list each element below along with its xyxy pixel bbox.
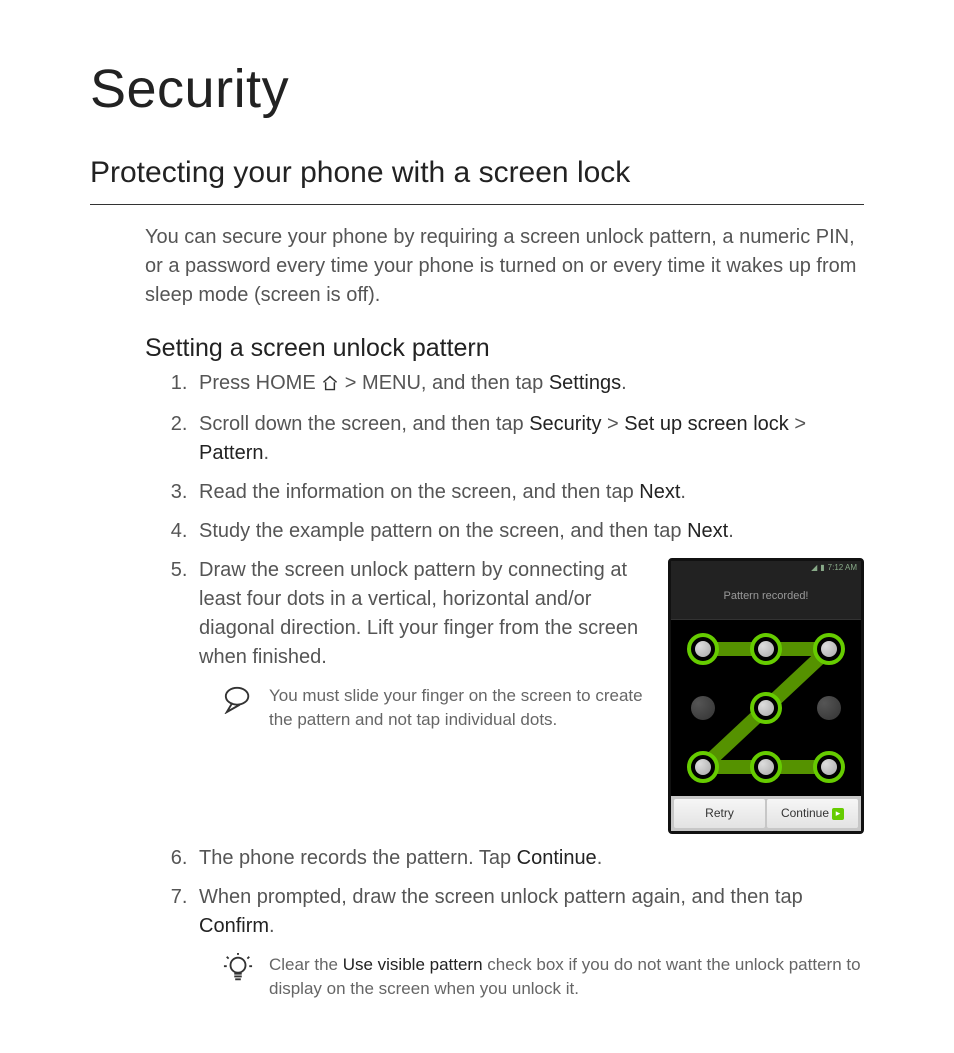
arrow-right-icon: ▸ (832, 808, 844, 820)
text: . (597, 847, 603, 869)
phone-screenshot: ◢ ▮ 7:12 AM Pattern recorded! (668, 558, 864, 834)
keyword-continue: Continue (517, 847, 597, 869)
keyword-pattern: Pattern (199, 442, 263, 464)
pattern-dot (750, 751, 782, 783)
text: . (680, 481, 686, 503)
text: Scroll down the screen, and then tap (199, 413, 529, 435)
phone-status-bar: ◢ ▮ 7:12 AM (671, 561, 861, 575)
subsection-heading: Setting a screen unlock pattern (145, 334, 864, 363)
step-6: The phone records the pattern. Tap Conti… (193, 844, 864, 873)
text: > MENU, and then tap (339, 372, 549, 394)
section-heading: Protecting your phone with a screen lock (90, 156, 864, 205)
text: > (789, 413, 806, 435)
pattern-dot (750, 692, 782, 724)
text: . (728, 520, 734, 542)
text: . (263, 442, 269, 464)
text: Study the example pattern on the screen,… (199, 520, 687, 542)
continue-button[interactable]: Continue▸ (767, 799, 858, 828)
step-2: Scroll down the screen, and then tap Sec… (193, 410, 864, 468)
home-icon (321, 371, 339, 400)
keyword-confirm: Confirm (199, 915, 269, 937)
pattern-dot (750, 633, 782, 665)
keyword-settings: Settings (549, 372, 621, 394)
pattern-dot (813, 751, 845, 783)
keyword-next: Next (687, 520, 728, 542)
phone-button-bar: Retry Continue▸ (671, 796, 861, 831)
phone-header-text: Pattern recorded! (671, 575, 861, 620)
step-4: Study the example pattern on the screen,… (193, 517, 864, 546)
keyword-next: Next (639, 481, 680, 503)
text: . (621, 372, 627, 394)
pattern-dot (687, 751, 719, 783)
status-time: 7:12 AM (828, 562, 857, 574)
button-label: Continue (781, 805, 829, 822)
steps-list: Press HOME > MENU, and then tap Settings… (165, 369, 864, 1001)
page-title: Security (90, 58, 864, 120)
note-text: Clear the Use visible pattern check box … (269, 953, 864, 1001)
note-text: You must slide your finger on the screen… (269, 684, 650, 732)
text: When prompted, draw the screen unlock pa… (199, 886, 803, 908)
keyword-use-visible-pattern: Use visible pattern (343, 955, 483, 974)
keyword-security: Security (529, 413, 601, 435)
text: Press HOME (199, 372, 321, 394)
speech-bubble-icon (221, 684, 255, 732)
lightbulb-icon (221, 953, 255, 1001)
note-slide-finger: You must slide your finger on the screen… (221, 684, 650, 732)
pattern-dot (687, 633, 719, 665)
document-page: Security Protecting your phone with a sc… (0, 0, 954, 1053)
battery-icon: ▮ (820, 562, 824, 574)
text: Read the information on the screen, and … (199, 481, 639, 503)
note-visible-pattern: Clear the Use visible pattern check box … (221, 953, 864, 1001)
text: Draw the screen unlock pattern by connec… (199, 559, 638, 668)
button-label: Retry (705, 805, 734, 822)
text: . (269, 915, 275, 937)
step-1: Press HOME > MENU, and then tap Settings… (193, 369, 864, 400)
text: > (601, 413, 624, 435)
step-7: When prompted, draw the screen unlock pa… (193, 883, 864, 1001)
pattern-dot (691, 696, 715, 720)
text: Clear the (269, 955, 343, 974)
signal-icon: ◢ (811, 562, 817, 574)
keyword-setup-lock: Set up screen lock (624, 413, 789, 435)
text: The phone records the pattern. Tap (199, 847, 517, 869)
retry-button[interactable]: Retry (674, 799, 765, 828)
pattern-grid (671, 620, 861, 796)
step-3: Read the information on the screen, and … (193, 478, 864, 507)
step-5: Draw the screen unlock pattern by connec… (193, 556, 864, 834)
intro-paragraph: You can secure your phone by requiring a… (145, 223, 864, 310)
